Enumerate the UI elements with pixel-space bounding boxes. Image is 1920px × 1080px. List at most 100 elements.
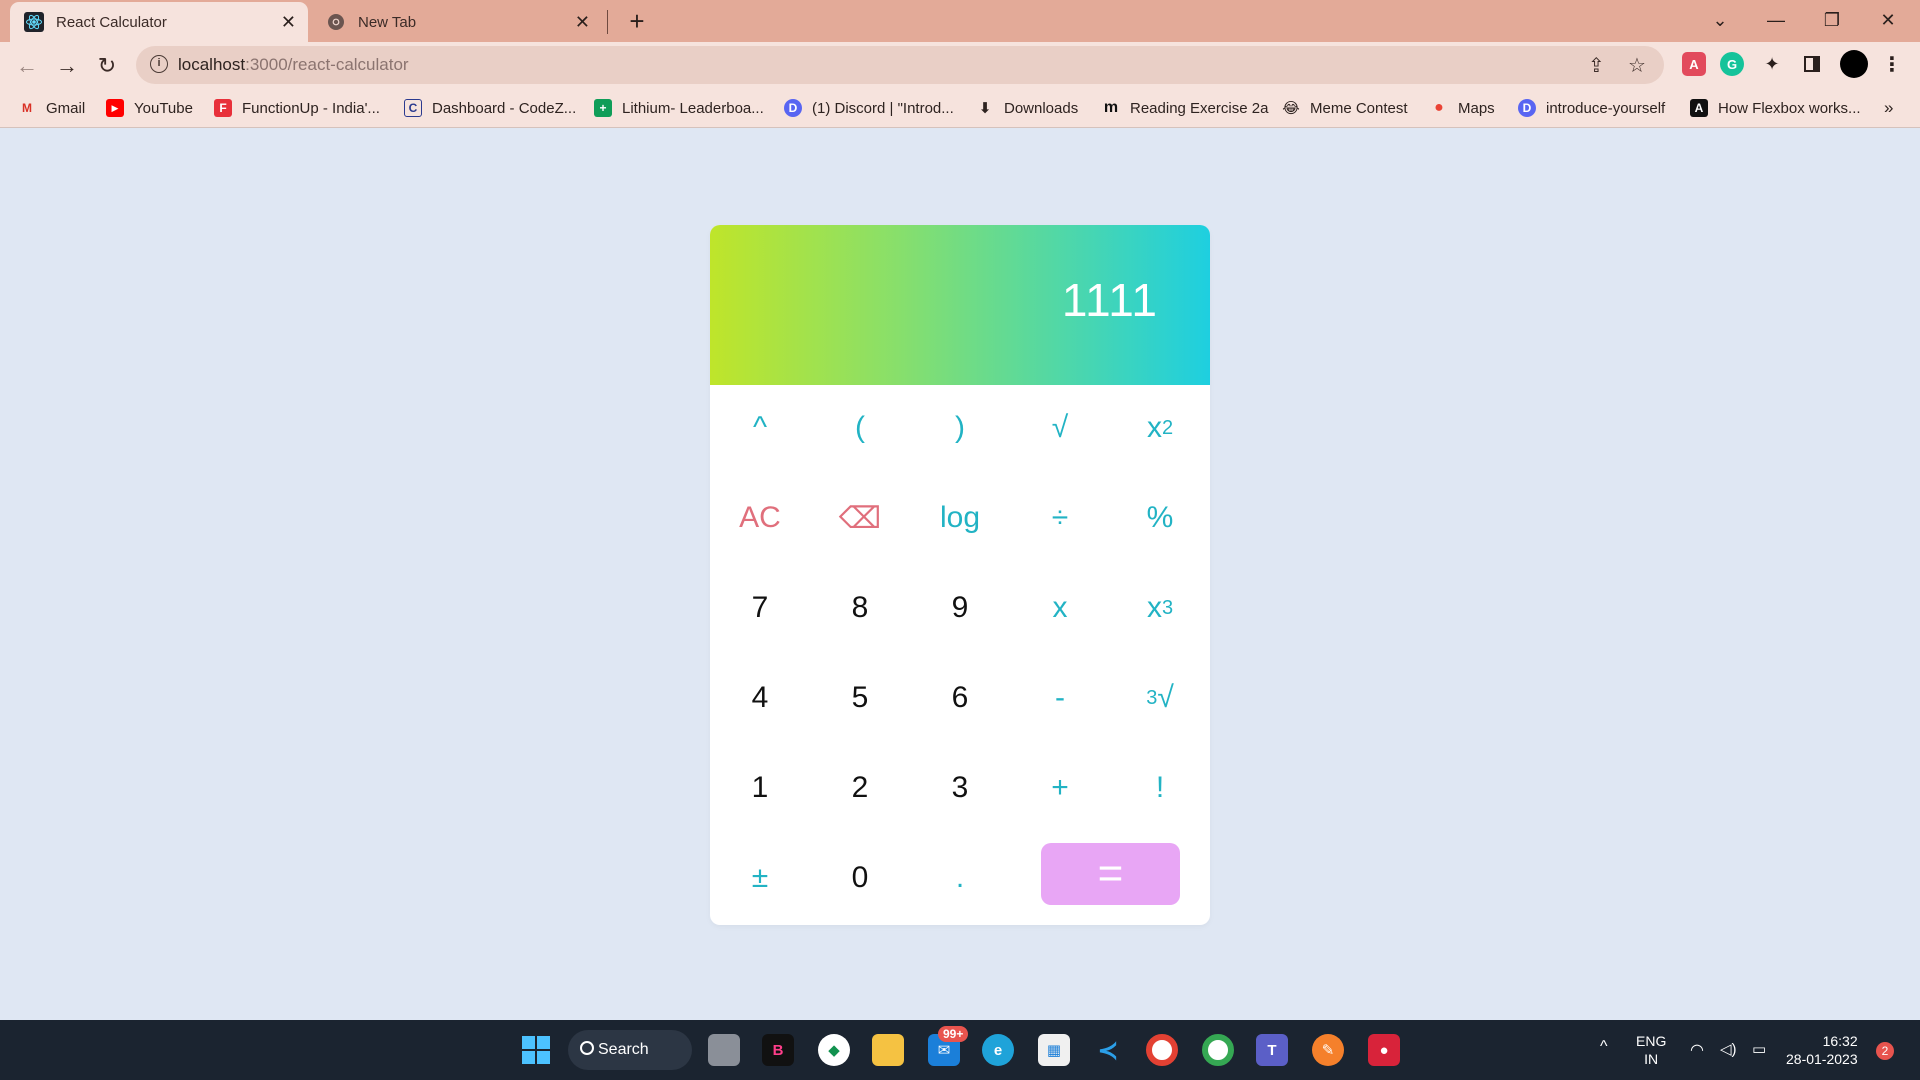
tab-title: React Calculator <box>56 13 167 31</box>
factorial-button[interactable]: ! <box>1110 748 1210 828</box>
tab-search-icon[interactable]: ⌄ <box>1700 4 1740 36</box>
vscode-icon[interactable]: ≺ <box>1092 1034 1124 1066</box>
x-power-2-button[interactable]: x2 <box>1110 388 1210 468</box>
new-tab-button[interactable]: + <box>622 6 652 37</box>
store-icon[interactable]: ▦ <box>1038 1034 1070 1066</box>
postman-icon[interactable]: ✎ <box>1312 1034 1344 1066</box>
mongodb-icon[interactable]: ◆ <box>818 1034 850 1066</box>
bookmarks-overflow-button[interactable]: » <box>1884 97 1893 119</box>
close-window-button[interactable]: ✕ <box>1868 4 1908 36</box>
volume-icon[interactable]: ◁) <box>1720 1040 1737 1058</box>
app-icon-b[interactable]: B <box>762 1034 794 1066</box>
backspace-button[interactable]: ⌫ <box>810 478 910 558</box>
bookmark-flexbox[interactable]: A How Flexbox works... <box>1690 97 1861 119</box>
bookmark-codezinger[interactable]: C Dashboard - CodeZ... <box>404 97 576 119</box>
bookmarks-bar: M Gmail ▶ YouTube F FunctionUp - India'... … <box>0 89 1920 128</box>
open-paren-button[interactable]: ( <box>810 388 910 468</box>
digit-7-button[interactable]: 7 <box>710 568 810 648</box>
tray-chevron-icon[interactable]: ^ <box>1600 1038 1608 1056</box>
percent-button[interactable]: % <box>1110 478 1210 558</box>
download-icon: ⬇ <box>978 100 992 117</box>
bookmark-gmail[interactable]: M Gmail <box>18 97 85 119</box>
profile-avatar[interactable] <box>1840 50 1868 78</box>
forward-button[interactable]: → <box>52 51 82 81</box>
extension-red-icon[interactable]: A <box>1682 52 1706 76</box>
bookmark-reading-exercise[interactable]: m Reading Exercise 2a <box>1102 97 1269 119</box>
bookmark-maps[interactable]: ● Maps <box>1430 97 1495 119</box>
log-button[interactable]: log <box>910 478 1010 558</box>
taskbar-search[interactable]: Search <box>568 1030 692 1070</box>
codezinger-icon: C <box>404 99 422 117</box>
battery-icon[interactable]: ▭ <box>1752 1040 1766 1058</box>
add-button[interactable]: + <box>1010 748 1110 828</box>
bookmark-downloads[interactable]: ⬇ Downloads <box>976 97 1079 119</box>
site-info-icon[interactable]: i <box>150 55 168 73</box>
back-button[interactable]: ← <box>12 51 42 81</box>
discord-icon: D <box>784 99 802 117</box>
sqrt-button[interactable]: √ <box>1010 388 1110 468</box>
side-panel-icon[interactable] <box>1800 52 1824 76</box>
url-host: localhost <box>178 55 246 74</box>
digit-9-button[interactable]: 9 <box>910 568 1010 648</box>
language-indicator[interactable]: ENG IN <box>1636 1032 1666 1068</box>
task-view-icon[interactable] <box>708 1034 740 1066</box>
digit-8-button[interactable]: 8 <box>810 568 910 648</box>
bookmark-introduce-yourself[interactable]: Dintroduce-yourself <box>1518 97 1665 119</box>
digit-0-button[interactable]: 0 <box>810 838 910 918</box>
digit-1-button[interactable]: 1 <box>710 748 810 828</box>
digit-5-button[interactable]: 5 <box>810 658 910 738</box>
youtube-icon: ▶ <box>106 99 124 117</box>
close-paren-button[interactable]: ) <box>910 388 1010 468</box>
plus-minus-button[interactable]: ± <box>710 838 810 918</box>
teams-icon[interactable]: T <box>1256 1034 1288 1066</box>
recorder-icon[interactable]: ● <box>1368 1034 1400 1066</box>
subtract-button[interactable]: - <box>1010 658 1110 738</box>
bookmark-discord-introduce[interactable]: D (1) Discord | "Introd... <box>784 97 954 119</box>
multiply-button[interactable]: x <box>1010 568 1110 648</box>
search-icon <box>580 1041 594 1055</box>
wifi-icon[interactable]: ◠ <box>1690 1040 1704 1060</box>
browser-toolbar: ← → ↻ i localhost:3000/react-calculator … <box>0 42 1920 89</box>
address-bar[interactable]: i localhost:3000/react-calculator ⇪ ☆ <box>136 46 1664 84</box>
mail-unread-badge: 99+ <box>938 1026 969 1042</box>
bookmark-meme-contest[interactable]: 😂 Meme Contest <box>1282 97 1407 119</box>
chrome-profile-icon[interactable] <box>1202 1034 1234 1066</box>
close-icon[interactable]: ✕ <box>281 12 296 33</box>
digit-2-button[interactable]: 2 <box>810 748 910 828</box>
tab-react-calculator[interactable]: React Calculator ✕ <box>10 2 308 42</box>
equals-button[interactable]: = <box>1041 843 1180 905</box>
clock[interactable]: 16:32 28-01-2023 <box>1786 1032 1858 1068</box>
chrome-icon[interactable] <box>1146 1034 1178 1066</box>
bookmark-star-icon[interactable]: ☆ <box>1628 53 1646 78</box>
edge-icon[interactable]: e <box>982 1034 1014 1066</box>
decimal-button[interactable]: . <box>910 838 1010 918</box>
tab-new-tab[interactable]: New Tab ✕ <box>312 2 602 42</box>
url-text[interactable]: localhost:3000/react-calculator <box>178 55 409 75</box>
reload-button[interactable]: ↻ <box>92 51 122 81</box>
windows-start-icon[interactable] <box>520 1034 552 1066</box>
react-icon <box>24 12 44 32</box>
extensions-puzzle-icon[interactable]: ✦ <box>1760 52 1784 76</box>
tab-title: New Tab <box>358 13 417 31</box>
cube-root-button[interactable]: 3 √ <box>1110 658 1210 738</box>
chrome-icon <box>326 12 346 32</box>
file-explorer-icon[interactable] <box>872 1034 904 1066</box>
digit-6-button[interactable]: 6 <box>910 658 1010 738</box>
power-button[interactable]: ^ <box>710 388 810 468</box>
divide-button[interactable]: ÷ <box>1010 478 1110 558</box>
browser-menu-icon[interactable]: ⋮ <box>1880 52 1904 76</box>
bookmark-functionup[interactable]: F FunctionUp - India'... <box>214 97 380 119</box>
notification-badge[interactable]: 2 <box>1876 1042 1894 1060</box>
restore-button[interactable]: ❐ <box>1812 4 1852 36</box>
minimize-button[interactable]: — <box>1756 4 1796 36</box>
digit-3-button[interactable]: 3 <box>910 748 1010 828</box>
calculator: 1111 ^() √ x 2 AC ⌫ log ÷% 7 8 9 x x 3 4 5 6-3 √ 1 2 3 +! ±0. … <box>710 225 1210 925</box>
bookmark-youtube[interactable]: ▶ YouTube <box>106 97 193 119</box>
share-icon[interactable]: ⇪ <box>1588 53 1605 78</box>
clear-all-button[interactable]: AC <box>710 478 810 558</box>
grammarly-icon[interactable]: G <box>1720 52 1744 76</box>
bookmark-lithium-leaderboard[interactable]: + Lithium- Leaderboa... <box>594 97 764 119</box>
x-power-3-button[interactable]: x3 <box>1110 568 1210 648</box>
digit-4-button[interactable]: 4 <box>710 658 810 738</box>
close-icon[interactable]: ✕ <box>575 12 590 33</box>
